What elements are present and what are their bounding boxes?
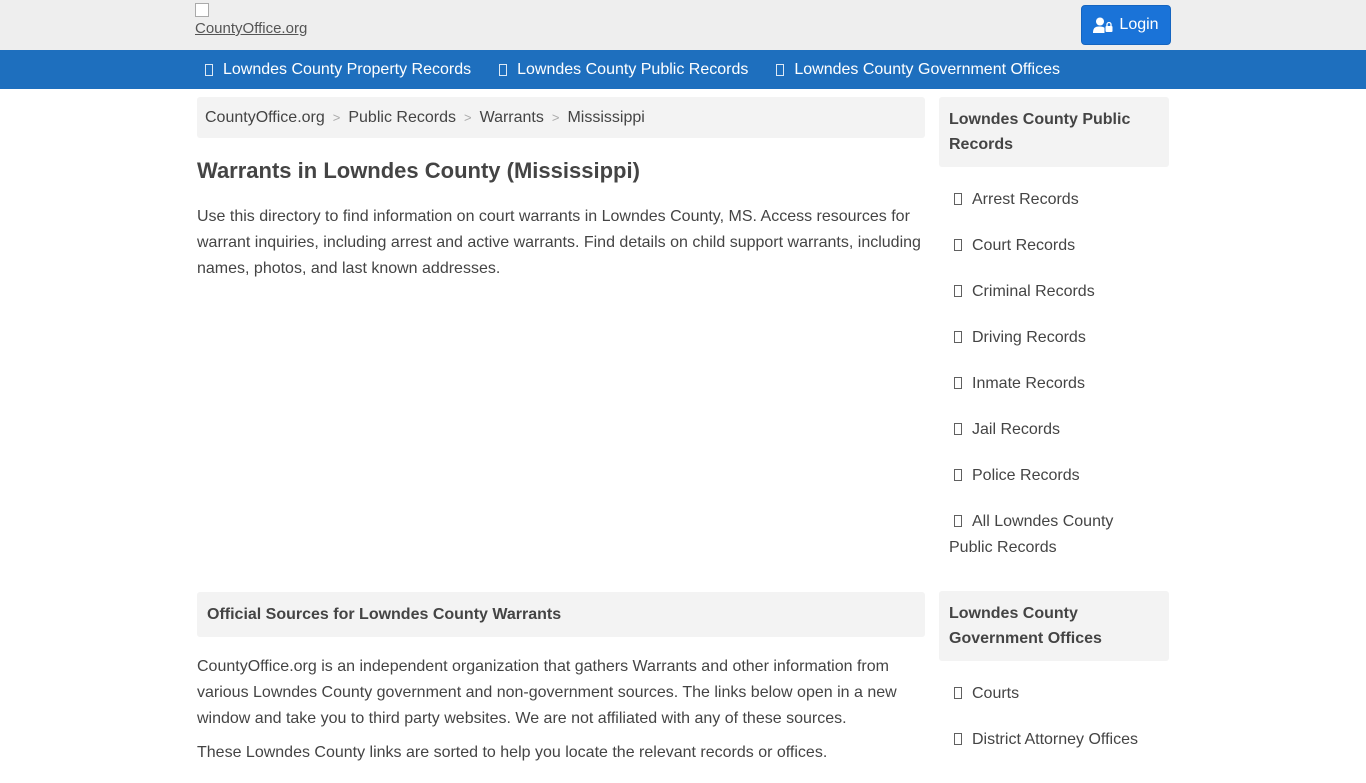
breadcrumb-link-mississippi[interactable]: Mississippi <box>567 109 644 127</box>
top-header: CountyOffice.org Login <box>0 0 1366 50</box>
sidebar-item-district-attorney-offices[interactable]: District Attorney Offices <box>949 727 1159 753</box>
sidebar-item-driving-records[interactable]: Driving Records <box>949 325 1159 351</box>
sidebar-item-label: Courts <box>972 685 1020 702</box>
sidebar-item-arrest-records[interactable]: Arrest Records <box>949 187 1159 213</box>
page-title: Warrants in Lowndes County (Mississippi) <box>197 158 640 183</box>
public-records-list: Arrest Records Court Records Criminal Re… <box>939 167 1169 591</box>
sidebar-item-label: Jail Records <box>972 421 1061 438</box>
document-icon <box>954 469 962 481</box>
sidebar-item-court-records[interactable]: Court Records <box>949 233 1159 259</box>
breadcrumb-link-warrants[interactable]: Warrants <box>480 109 544 127</box>
user-lock-icon <box>1093 17 1113 33</box>
nav-item-government-offices[interactable]: Lowndes County Government Offices <box>776 61 1060 79</box>
breadcrumb-separator: > <box>551 110 560 125</box>
government-offices-list: Courts District Attorney Offices <box>939 661 1169 783</box>
nav-item-public-records[interactable]: Lowndes County Public Records <box>499 61 748 79</box>
breadcrumb-link-home[interactable]: CountyOffice.org <box>205 109 325 127</box>
sidebar-item-criminal-records[interactable]: Criminal Records <box>949 279 1159 305</box>
building-icon <box>776 63 785 76</box>
nav-item-label: Lowndes County Public Records <box>517 60 749 78</box>
sidebar-item-all-public-records[interactable]: All Lowndes County Public Records <box>949 509 1159 561</box>
login-button[interactable]: Login <box>1081 5 1171 45</box>
sidebar-item-label: Court Records <box>972 237 1076 254</box>
nav-item-label: Lowndes County Government Offices <box>794 60 1060 78</box>
site-logo-link[interactable]: CountyOffice.org <box>195 3 307 37</box>
sidebar-item-inmate-records[interactable]: Inmate Records <box>949 371 1159 397</box>
ad-space <box>197 282 925 592</box>
nav-item-property-records[interactable]: Lowndes County Property Records <box>205 61 471 79</box>
sidebar-item-jail-records[interactable]: Jail Records <box>949 417 1159 443</box>
sidebar-heading-public-records: Lowndes County Public Records <box>939 97 1169 167</box>
sidebar: Lowndes County Public Records Arrest Rec… <box>939 97 1169 783</box>
document-icon <box>954 239 962 251</box>
sidebar-item-courts[interactable]: Courts <box>949 681 1159 707</box>
sorted-links-paragraph: These Lowndes County links are sorted to… <box>197 744 828 761</box>
intro-paragraph: Use this directory to find information o… <box>197 208 921 277</box>
logo-text: CountyOffice.org <box>195 20 308 37</box>
sidebar-item-label: Police Records <box>972 467 1080 484</box>
breadcrumb-link-public-records[interactable]: Public Records <box>348 109 456 127</box>
breadcrumb: CountyOffice.org > Public Records > Warr… <box>197 97 925 138</box>
sidebar-item-label: All Lowndes County Public Records <box>949 513 1114 556</box>
nav-item-label: Lowndes County Property Records <box>223 60 472 78</box>
main-nav: Lowndes County Property Records Lowndes … <box>0 50 1366 89</box>
sidebar-item-police-records[interactable]: Police Records <box>949 463 1159 489</box>
document-icon <box>954 285 962 297</box>
sidebar-item-label: District Attorney Offices <box>972 731 1138 748</box>
sidebar-item-label: Arrest Records <box>972 191 1079 208</box>
building-icon <box>954 687 962 699</box>
breadcrumb-separator: > <box>463 110 472 125</box>
document-icon <box>954 515 962 527</box>
document-icon <box>954 377 962 389</box>
document-icon <box>205 63 213 76</box>
building-icon <box>954 733 962 745</box>
logo-image-icon <box>195 3 209 17</box>
document-icon <box>499 63 508 76</box>
sidebar-item-label: Driving Records <box>972 329 1086 346</box>
official-sources-heading: Official Sources for Lowndes County Warr… <box>197 592 925 637</box>
breadcrumb-separator: > <box>332 110 341 125</box>
sidebar-item-label: Criminal Records <box>972 283 1095 300</box>
sidebar-heading-government-offices: Lowndes County Government Offices <box>939 591 1169 661</box>
main-content: CountyOffice.org > Public Records > Warr… <box>197 97 925 766</box>
document-icon <box>954 423 962 435</box>
about-paragraph: CountyOffice.org is an independent organ… <box>197 658 897 727</box>
document-icon <box>954 331 962 343</box>
sidebar-item-label: Inmate Records <box>972 375 1085 392</box>
login-label: Login <box>1119 16 1159 33</box>
document-icon <box>954 193 962 205</box>
